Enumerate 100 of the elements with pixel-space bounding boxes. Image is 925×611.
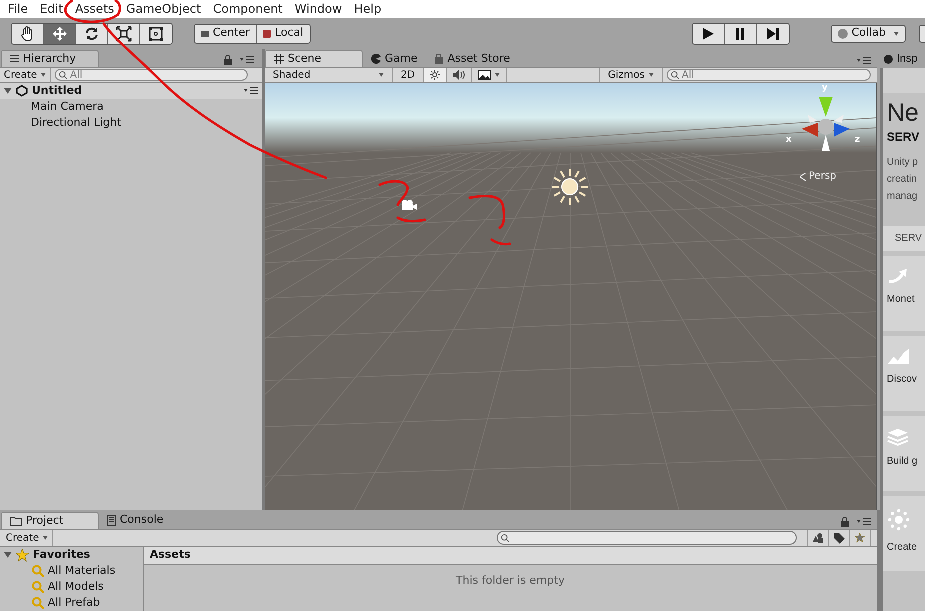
description-line: creatin xyxy=(887,173,918,187)
light-sun-icon xyxy=(550,167,590,208)
foldout-arrow-icon[interactable] xyxy=(4,87,12,96)
shading-dropdown[interactable]: Shaded xyxy=(265,68,393,82)
hierarchy-item[interactable]: Main Camera xyxy=(0,99,262,116)
inspector-tab[interactable]: Insp xyxy=(880,51,918,68)
play-icon xyxy=(701,26,716,41)
menu-item[interactable]: File xyxy=(2,0,34,18)
project-search-field[interactable] xyxy=(497,531,797,545)
pause-button[interactable] xyxy=(724,24,757,44)
search-icon xyxy=(32,580,45,594)
hand-icon xyxy=(20,26,36,42)
foldout-arrow-icon[interactable] xyxy=(4,551,12,559)
pivot-toggle-button[interactable]: Local xyxy=(257,24,310,43)
pacman-icon xyxy=(371,54,381,64)
dropdown-caret-icon xyxy=(41,73,46,78)
service-card[interactable]: Create xyxy=(883,496,925,571)
folder-icon xyxy=(10,516,22,526)
hand-drawn-scribble xyxy=(468,195,512,246)
sun-icon xyxy=(430,70,440,80)
cube-icon xyxy=(263,30,272,38)
lighting-toggle-button[interactable] xyxy=(424,68,448,82)
transform-tool-button[interactable] xyxy=(44,24,76,44)
view-tab[interactable]: Asset Store xyxy=(426,50,518,68)
panel-menu-icon[interactable] xyxy=(244,87,258,96)
panel-tab[interactable]: Console xyxy=(99,512,172,529)
play-button[interactable] xyxy=(692,24,725,44)
search-icon xyxy=(59,71,68,80)
panel-menu-icon[interactable] xyxy=(857,57,871,66)
dropdown-caret-icon xyxy=(495,73,500,78)
tag-icon xyxy=(834,532,844,544)
service-card[interactable]: Build g xyxy=(883,416,925,491)
step-button[interactable] xyxy=(756,24,789,44)
menu-item[interactable]: Window xyxy=(288,0,348,18)
hierarchy-tab[interactable]: Hierarchy xyxy=(1,50,99,68)
bag-icon xyxy=(434,54,444,64)
search-icon xyxy=(32,564,45,578)
burst-icon xyxy=(887,508,911,532)
hand-drawn-scribble xyxy=(378,180,426,223)
create-dropdown[interactable]: Create xyxy=(6,530,54,546)
scene-viewport[interactable]: y x z Persp xyxy=(265,83,877,510)
service-card[interactable]: Discov xyxy=(883,336,925,411)
view-tab[interactable]: Scene xyxy=(265,50,363,68)
dropdown-caret-icon xyxy=(379,73,384,78)
collab-button[interactable]: Collab xyxy=(830,24,906,43)
rotate-icon xyxy=(84,26,100,42)
service-card-title: Create xyxy=(887,541,918,555)
rect-tool-icon xyxy=(148,26,164,42)
search-icon xyxy=(671,71,680,80)
image-icon xyxy=(478,70,492,80)
menu-item[interactable]: Help xyxy=(348,0,388,18)
scene-search-field[interactable]: All xyxy=(667,69,871,82)
transform-tool-button[interactable] xyxy=(12,24,44,44)
service-card-title: Build g xyxy=(887,455,918,469)
search-icon xyxy=(501,534,510,543)
dropdown-caret-icon xyxy=(43,536,48,540)
favorites-item[interactable]: All Materials xyxy=(48,562,116,580)
favorites-item[interactable]: All Prefab xyxy=(48,594,100,611)
grid-icon xyxy=(274,54,284,64)
move-arrows-icon xyxy=(52,26,68,42)
shapes-icon xyxy=(812,533,824,543)
hierarchy-search-field[interactable]: All xyxy=(55,69,248,82)
panel-menu-icon[interactable] xyxy=(240,56,254,64)
panel-menu-icon[interactable] xyxy=(857,518,871,526)
star-icon xyxy=(855,533,865,543)
unity-logo-icon xyxy=(16,85,28,98)
gizmos-dropdown[interactable]: Gizmos xyxy=(599,68,663,82)
menu-item[interactable]: Component xyxy=(207,0,289,18)
search-icon xyxy=(32,596,45,610)
projection-label[interactable]: Persp xyxy=(809,169,836,184)
view-tab[interactable]: Game xyxy=(363,50,426,68)
step-icon xyxy=(766,26,780,41)
favorites-label[interactable]: Favorites xyxy=(33,546,90,564)
transform-tool-button[interactable] xyxy=(76,24,108,44)
service-card[interactable]: Monet xyxy=(883,256,925,331)
layers-icon xyxy=(887,428,909,446)
favorites-item[interactable]: All Models xyxy=(48,578,104,596)
hierarchy-item[interactable]: Directional Light xyxy=(0,115,262,132)
inspector-header-bar xyxy=(883,68,925,93)
account-button[interactable] xyxy=(919,24,925,43)
panel-tab[interactable]: Project xyxy=(1,512,99,529)
service-card-title: Monet xyxy=(887,293,915,307)
scale-icon xyxy=(116,26,132,42)
pivot-toggle-button[interactable]: Center xyxy=(195,24,258,43)
y-axis-label: y xyxy=(822,83,828,94)
menu-item[interactable]: GameObject xyxy=(120,0,208,18)
x-axis-label: x xyxy=(786,134,792,148)
lock-icon[interactable] xyxy=(841,517,849,527)
star-icon xyxy=(16,548,29,562)
menu-item[interactable]: Assets xyxy=(69,0,120,18)
lock-icon[interactable] xyxy=(224,55,232,66)
chevron-left-icon xyxy=(800,172,806,181)
dropdown-caret-icon xyxy=(649,73,654,78)
breadcrumb[interactable]: Assets xyxy=(150,547,191,564)
transform-tool-button[interactable] xyxy=(140,24,172,44)
transform-tool-button[interactable] xyxy=(108,24,140,44)
menu-item[interactable]: Edit xyxy=(34,0,70,18)
scene-name[interactable]: Untitled xyxy=(32,83,82,100)
list-icon xyxy=(10,55,19,64)
area-chart-icon xyxy=(887,348,911,364)
